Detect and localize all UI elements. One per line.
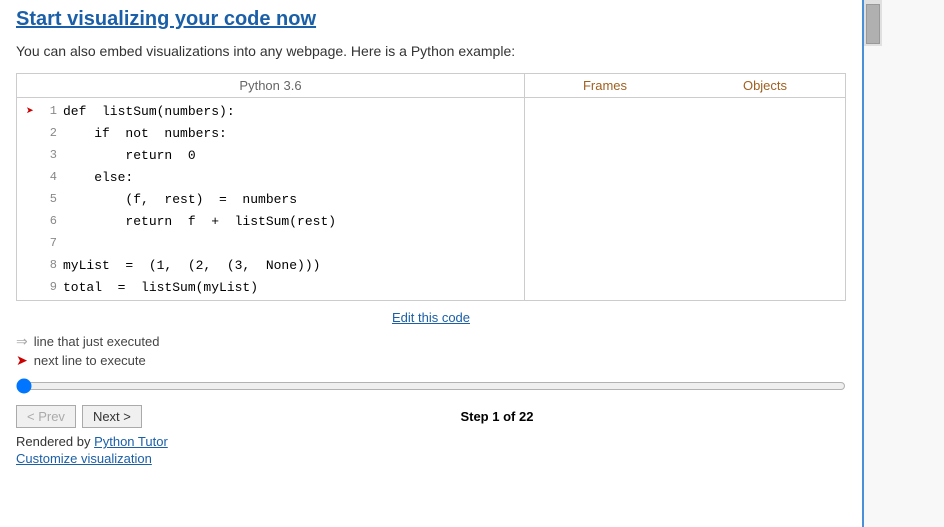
line-code-9: total = listSum(myList) [63,280,258,295]
code-panel: Python 3.6 ➤1 def listSum(numbers): 2 if n… [17,74,525,300]
line-code-5: (f, rest) = numbers [63,192,297,207]
legend-item-red: ➤ next line to execute [16,352,846,369]
right-panel [864,0,944,527]
code-panel-header: Python 3.6 [17,74,524,98]
rendered-by-static: Rendered by [16,434,94,449]
line-code-6: return f + listSum(rest) [63,214,336,229]
code-line-4: 4 else: [17,166,524,188]
line-num-5: 5 [39,192,57,206]
line-num-6: 6 [39,214,57,228]
slider-row [16,377,846,395]
line-code-8: myList = (1, (2, (3, None))) [63,258,320,273]
line-code-3: return 0 [63,148,196,163]
code-line-1: ➤1 def listSum(numbers): [17,100,524,122]
line-num-9: 9 [39,280,57,294]
line-num-4: 4 [39,170,57,184]
red-arrow-icon: ➤ [16,352,28,369]
line-code-4: else: [63,170,133,185]
frames-objects-panel: Frames Objects [525,74,845,300]
objects-label: Objects [685,74,845,97]
line-arrow-1: ➤ [21,104,39,119]
legend-gray-text: line that just executed [34,334,160,349]
line-code-1: def listSum(numbers): [63,104,235,119]
nav-row: < Prev Next > Step 1 of 22 [16,405,846,428]
code-line-7: 7 [17,232,524,254]
code-body: ➤1 def listSum(numbers): 2 if not numbers:… [17,98,524,300]
step-slider[interactable] [16,377,846,395]
line-code-2: if not numbers: [63,126,227,141]
code-line-9: 9 total = listSum(myList) [17,276,524,298]
line-num-8: 8 [39,258,57,272]
frames-objects-body [525,98,845,278]
line-num-3: 3 [39,148,57,162]
code-line-5: 5 (f, rest) = numbers [17,188,524,210]
code-line-8: 8 myList = (1, (2, (3, None))) [17,254,524,276]
code-line-2: 2 if not numbers: [17,122,524,144]
line-num-1: 1 [39,104,57,118]
legend: ⇒ line that just executed ➤ next line to… [16,333,846,369]
customize-visualization-link[interactable]: Customize visualization [16,451,846,466]
next-button[interactable]: Next > [82,405,142,428]
prev-button[interactable]: < Prev [16,405,76,428]
scrollbar[interactable] [864,0,882,46]
frames-label: Frames [525,74,685,97]
gray-arrow-icon: ⇒ [16,333,28,350]
code-line-6: 6 return f + listSum(rest) [17,210,524,232]
frames-objects-header: Frames Objects [525,74,845,98]
code-line-3: 3 return 0 [17,144,524,166]
embed-description: You can also embed visualizations into a… [16,43,846,59]
rendered-by-text: Rendered by Python Tutor [16,434,846,449]
line-num-2: 2 [39,126,57,140]
scrollbar-thumb[interactable] [866,4,880,44]
line-num-7: 7 [39,236,57,250]
page-title-link[interactable]: Start visualizing your code now [16,8,316,31]
legend-item-gray: ⇒ line that just executed [16,333,846,350]
legend-red-text: next line to execute [34,353,146,368]
python-tutor-link[interactable]: Python Tutor [94,434,168,449]
edit-code-link[interactable]: Edit this code [392,310,470,325]
edit-link-row: Edit this code [16,309,846,325]
step-label: Step 1 of 22 [148,409,846,424]
visualizer-container: Python 3.6 ➤1 def listSum(numbers): 2 if n… [16,73,846,301]
